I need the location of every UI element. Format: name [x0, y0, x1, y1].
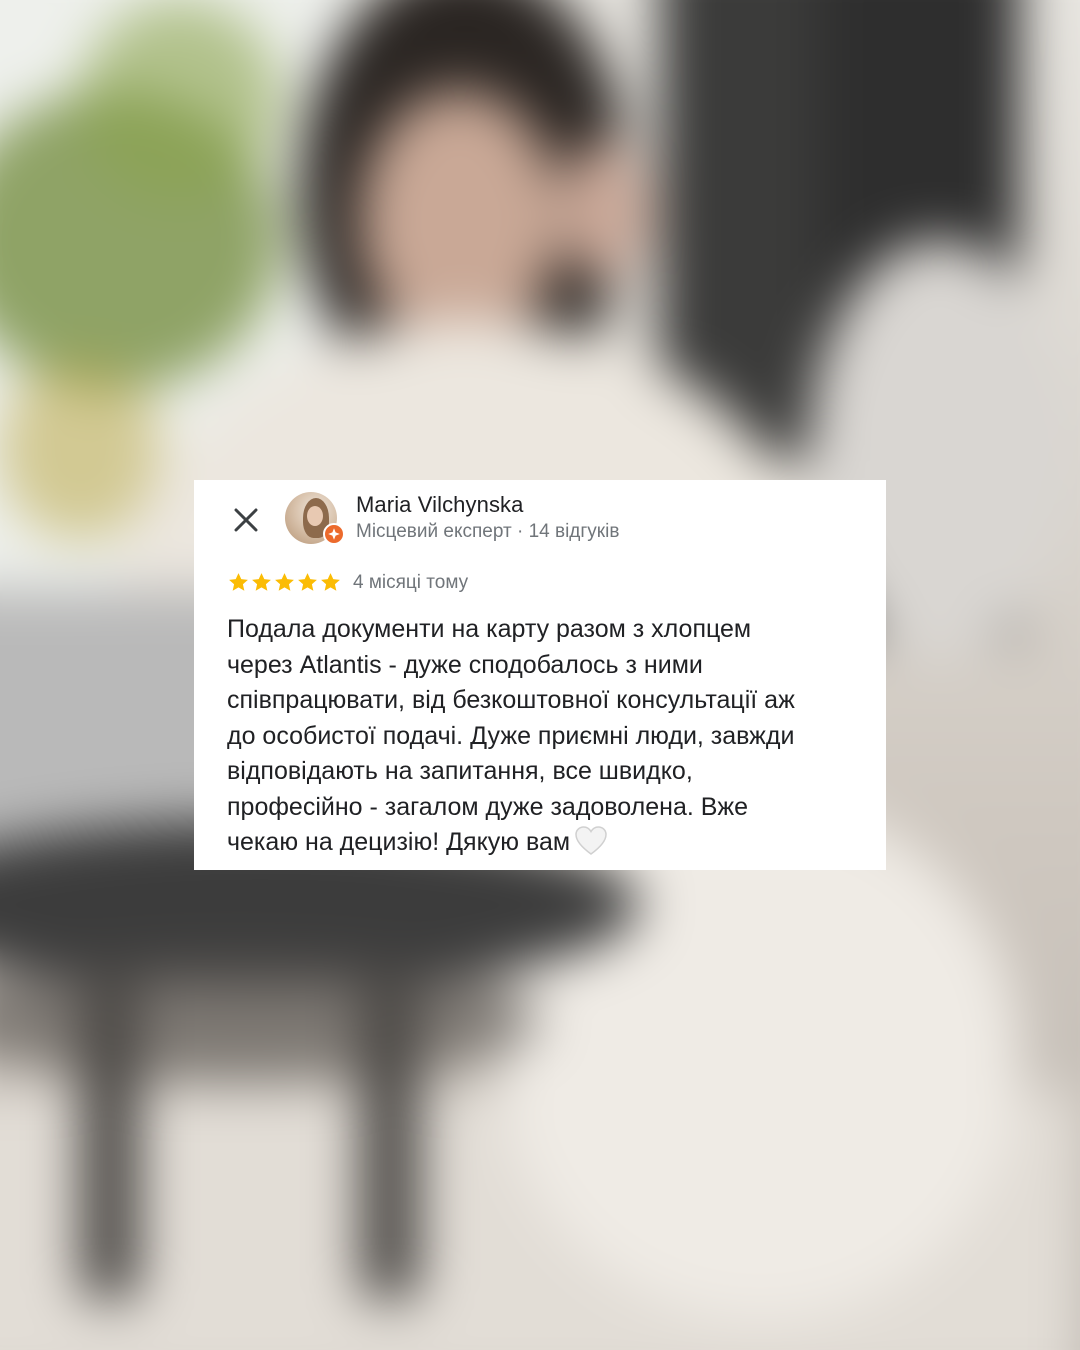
review-text-line: Подала документи на карту разом з хлопце…: [227, 615, 752, 643]
review-text-last-line: чекаю на децизію! Дякую вам: [227, 825, 867, 861]
local-guide-badge-icon: [323, 523, 345, 545]
author-name[interactable]: Maria Vilchynska: [356, 492, 523, 518]
rating-stars: [227, 571, 342, 597]
review-text: Подала документи на карту разом з хлопце…: [227, 612, 867, 861]
review-text-line: через Atlantis - дуже сподобалось з ними: [227, 650, 703, 679]
close-button[interactable]: [226, 500, 266, 540]
white-heart-icon: [574, 825, 608, 857]
review-text-line: професійно - загалом дуже задоволена. Вж…: [227, 792, 749, 821]
star-icon: [296, 571, 319, 597]
star-icon: [227, 571, 250, 597]
star-icon: [273, 571, 296, 597]
close-icon: [234, 508, 258, 532]
review-text-line: чекаю на децизію! Дякую вам: [227, 828, 571, 856]
review-text-line: співпрацювати, від безкоштовної консульт…: [227, 686, 795, 714]
star-icon: [319, 571, 342, 597]
review-text-line: відповідають на запитання, все швидко,: [227, 757, 693, 785]
star-icon: [250, 571, 273, 597]
review-text-line: до особистої подачі. Дуже приємні люди, …: [227, 721, 795, 750]
avatar[interactable]: [285, 492, 345, 545]
review-time: 4 місяці тому: [353, 572, 469, 593]
author-meta: Місцевий експерт · 14 відгуків: [356, 521, 620, 542]
